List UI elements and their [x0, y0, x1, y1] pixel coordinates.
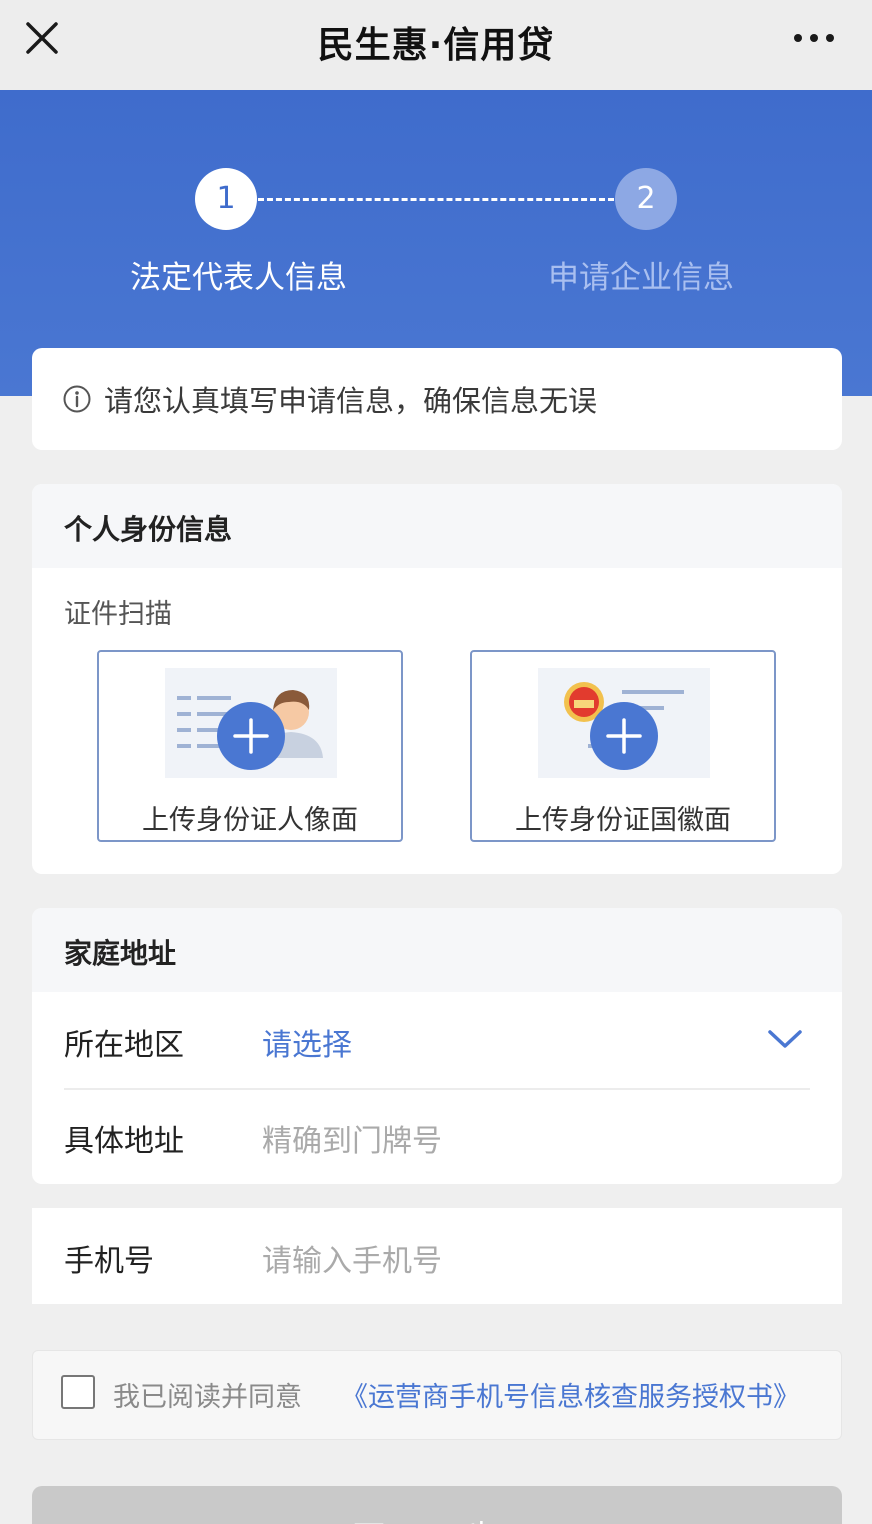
upload-id-front-button[interactable]: 上传身份证人像面 [97, 650, 403, 842]
id-info-section: 个人身份信息 证件扫描 上传身份证人像面 上传身份证国徽面 [32, 484, 842, 874]
next-step-button[interactable]: 下一步 [32, 1486, 842, 1524]
upload-id-front-label: 上传身份证人像面 [142, 805, 358, 836]
divider [64, 1088, 810, 1090]
step-connector [258, 198, 614, 201]
id-emblem-icon [538, 668, 710, 778]
notice-card: 请您认真填写申请信息，确保信息无误 [32, 348, 842, 450]
phone-label: 手机号 [64, 1244, 154, 1279]
step-2-indicator: 2 [615, 168, 677, 230]
region-select[interactable]: 请选择 [262, 1020, 352, 1064]
address-detail-input[interactable]: 精确到门牌号 [262, 1116, 442, 1160]
region-label: 所在地区 [64, 1028, 184, 1063]
step-1-label: 法定代表人信息 [130, 260, 347, 296]
section-header: 个人身份信息 [32, 484, 842, 568]
step-1-indicator: 1 [195, 168, 257, 230]
agreement-checkbox[interactable] [61, 1375, 95, 1409]
step-2-label: 申请企业信息 [548, 260, 734, 296]
more-icon[interactable] [790, 26, 838, 50]
phone-input[interactable]: 请输入手机号 [262, 1236, 442, 1280]
nav-bar: 民生惠·信用贷 [0, 0, 872, 90]
notice-text: 请您认真填写申请信息，确保信息无误 [104, 384, 598, 418]
page-title: 民生惠·信用贷 [317, 25, 555, 66]
info-icon [63, 385, 91, 413]
id-portrait-icon [165, 668, 337, 778]
section-title: 家庭地址 [64, 937, 177, 970]
address-detail-label: 具体地址 [64, 1124, 184, 1159]
upload-id-back-label: 上传身份证国徽面 [515, 805, 731, 836]
section-title: 个人身份信息 [64, 513, 233, 546]
agreement-row: 我已阅读并同意 《运营商手机号信息核查服务授权书》 [32, 1350, 842, 1440]
home-address-section: 家庭地址 所在地区 请选择 具体地址 精确到门牌号 [32, 908, 842, 1184]
agreement-text: 我已阅读并同意 [113, 1382, 302, 1413]
agreement-link[interactable]: 《运营商手机号信息核查服务授权书》 [341, 1375, 800, 1414]
chevron-down-icon[interactable] [766, 1026, 804, 1052]
section-header: 家庭地址 [32, 908, 842, 992]
phone-row: 手机号 请输入手机号 [32, 1208, 842, 1304]
scan-label: 证件扫描 [64, 599, 172, 630]
upload-id-back-button[interactable]: 上传身份证国徽面 [470, 650, 776, 842]
